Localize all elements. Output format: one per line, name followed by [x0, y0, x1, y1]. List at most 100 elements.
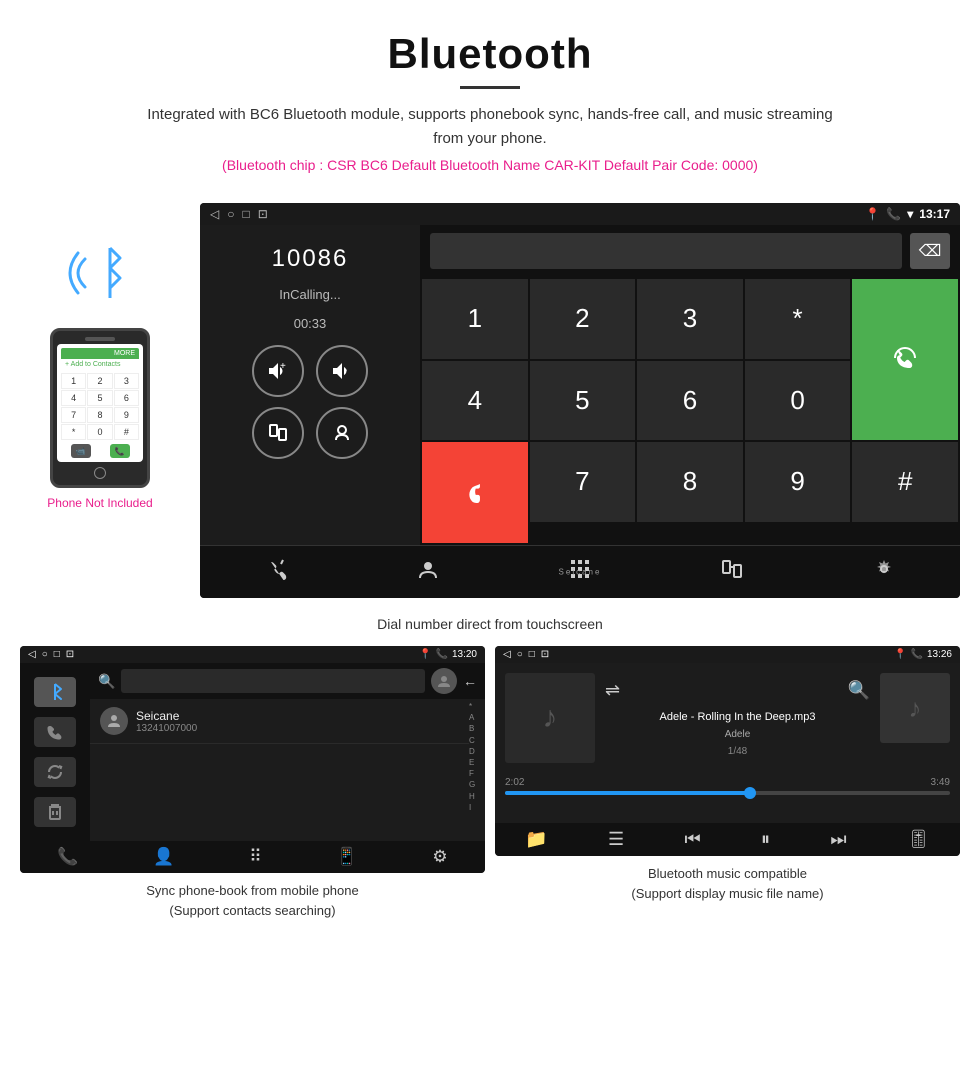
bottom-screenshots: ◁ ○ □ ⊡ 📍 📞 13:20 [0, 646, 980, 940]
pb-contact-list: 🔍 ← [90, 663, 485, 841]
pb-search-box[interactable] [121, 669, 425, 693]
bluetooth-specs: (Bluetooth chip : CSR BC6 Default Blueto… [20, 157, 960, 173]
progress-bar[interactable] [505, 791, 950, 795]
pb-contact-name: Seicane [136, 709, 197, 723]
numpad-1[interactable]: 1 [422, 279, 528, 359]
recents-nav-btn[interactable]: □ [242, 207, 249, 221]
numpad-2[interactable]: 2 [530, 279, 636, 359]
pb-dialpad-icon[interactable]: ⠿ [249, 847, 261, 867]
music-back-btn[interactable]: ◁ [503, 649, 511, 660]
pb-delete-btn[interactable] [34, 797, 76, 827]
pb-call-btn[interactable] [34, 717, 76, 747]
transfer-btn[interactable] [252, 407, 304, 459]
mute-btn[interactable] [316, 407, 368, 459]
numpad-5[interactable]: 5 [530, 361, 636, 441]
music-caption: Bluetooth music compatible (Support disp… [495, 864, 960, 903]
music-folder-icon[interactable]: 📁 [525, 829, 547, 850]
pb-bluetooth-btn[interactable] [34, 677, 76, 707]
contacts-tab[interactable] [407, 554, 449, 590]
phone-call-btn-green[interactable]: 📞 [110, 444, 130, 458]
backspace-btn[interactable]: ⌫ [910, 233, 950, 269]
numpad-4[interactable]: 4 [422, 361, 528, 441]
numpad-0[interactable]: 0 [745, 361, 851, 441]
numpad-7[interactable]: 7 [530, 442, 636, 522]
pb-contact-item[interactable]: Seicane 13241007000 [90, 699, 469, 744]
music-count: 1/48 [605, 746, 870, 757]
car-unit-screen: ◁ ○ □ ⊡ 📍 📞 ▾ 13:17 10086 InCalling... 0… [200, 203, 960, 598]
call-answer-btn[interactable] [852, 279, 958, 440]
pb-menu-btn[interactable]: ⊡ [66, 649, 74, 660]
menu-nav-btn[interactable]: ⊡ [258, 207, 268, 221]
pb-contacts-icon[interactable]: 👤 [153, 847, 174, 867]
svg-text:+: + [280, 361, 286, 372]
music-playlist-icon[interactable]: ☰ [608, 829, 624, 850]
progress-thumb[interactable] [744, 787, 756, 799]
svg-text:-: - [344, 365, 347, 376]
volume-down-btn[interactable]: - [316, 345, 368, 397]
shuffle-icon[interactable]: ⇌ [605, 680, 620, 701]
numpad-hash[interactable]: # [852, 442, 958, 522]
calls-tab[interactable] [255, 554, 297, 590]
home-nav-btn[interactable]: ○ [227, 207, 234, 221]
music-home-btn[interactable]: ○ [517, 649, 523, 660]
phonebook-caption-line2: (Support contacts searching) [169, 903, 335, 918]
pb-recents-btn[interactable]: □ [54, 649, 60, 660]
album-art-inner: ♪ [543, 701, 558, 735]
caption-main-text: Dial number direct from touchscreen [377, 616, 603, 632]
pb-settings-icon[interactable]: ⚙ [432, 847, 447, 867]
pb-main: 🔍 ← [20, 663, 485, 841]
ctrl-row-1: + - [252, 345, 368, 397]
call-timer: 00:33 [294, 316, 327, 331]
music-time: 13:26 [927, 649, 952, 660]
settings-tab[interactable] [863, 554, 905, 590]
pb-sidebar [20, 663, 90, 841]
numpad-3[interactable]: 3 [637, 279, 743, 359]
dial-right-panel: ⌫ 1 2 3 * 4 5 6 0 [420, 225, 960, 545]
call-controls: + - [252, 345, 368, 459]
pb-back-btn[interactable]: ◁ [28, 649, 36, 660]
numpad-asterisk[interactable]: * [745, 279, 851, 359]
call-end-btn[interactable] [422, 442, 528, 543]
back-nav-btn[interactable]: ◁ [210, 207, 219, 221]
music-bottom-bar: 📁 ☰ ⏮ ⏸ ⏭ 🎚 [495, 823, 960, 856]
phone-home-bar [57, 467, 143, 479]
music-menu-btn[interactable]: ⊡ [541, 649, 549, 660]
phone-add-contacts: + Add to Contacts [61, 359, 139, 370]
transfer-tab[interactable] [711, 554, 753, 590]
music-eq-icon[interactable]: 🎚 [907, 829, 930, 850]
music-play-icon[interactable]: ⏸ [761, 829, 770, 850]
progress-fill [505, 791, 750, 795]
location-icon: 📍 [865, 207, 880, 221]
music-screenshot-card: ◁ ○ □ ⊡ 📍 📞 13:26 ♪ [495, 646, 960, 920]
music-next-icon[interactable]: ⏭ [830, 829, 846, 850]
volume-up-btn[interactable]: + [252, 345, 304, 397]
phone-screen-header: MORE [61, 348, 139, 359]
pb-location-icon: 📍 [419, 649, 431, 660]
pb-arrow-back-icon[interactable]: ← [463, 673, 477, 689]
status-bar: ◁ ○ □ ⊡ 📍 📞 ▾ 13:17 [200, 203, 960, 225]
dial-input-box[interactable] [430, 233, 902, 269]
pb-home-btn[interactable]: ○ [42, 649, 48, 660]
page-description: Integrated with BC6 Bluetooth module, su… [140, 103, 840, 151]
dial-left-panel: 10086 InCalling... 00:33 + [200, 225, 420, 545]
music-search-icon[interactable]: 🔍 [848, 680, 870, 701]
pb-calls-icon[interactable]: 📞 [57, 847, 78, 867]
music-recents-btn[interactable]: □ [529, 649, 535, 660]
music-prev-icon[interactable]: ⏮ [684, 829, 700, 850]
nav-buttons: ◁ ○ □ ⊡ [210, 207, 268, 221]
phonebook-screenshot: ◁ ○ □ ⊡ 📍 📞 13:20 [20, 646, 485, 873]
phone-home-button[interactable] [94, 467, 106, 479]
music-screenshot: ◁ ○ □ ⊡ 📍 📞 13:26 ♪ [495, 646, 960, 856]
music-caption-line1: Bluetooth music compatible [648, 866, 807, 881]
caller-number: 10086 [272, 245, 349, 273]
numpad-8[interactable]: 8 [637, 442, 743, 522]
phone-video-btn: 📹 [71, 444, 91, 458]
pb-contact-number: 13241007000 [136, 723, 197, 734]
pb-sync-btn[interactable] [34, 757, 76, 787]
numpad-6[interactable]: 6 [637, 361, 743, 441]
pb-transfer-icon[interactable]: 📱 [336, 847, 357, 867]
numpad-9[interactable]: 9 [745, 442, 851, 522]
dialpad-tab[interactable]: Seicane [559, 554, 601, 590]
music-location-icon: 📍 [894, 649, 906, 660]
numpad: 1 2 3 * 4 5 6 0 [420, 277, 960, 545]
